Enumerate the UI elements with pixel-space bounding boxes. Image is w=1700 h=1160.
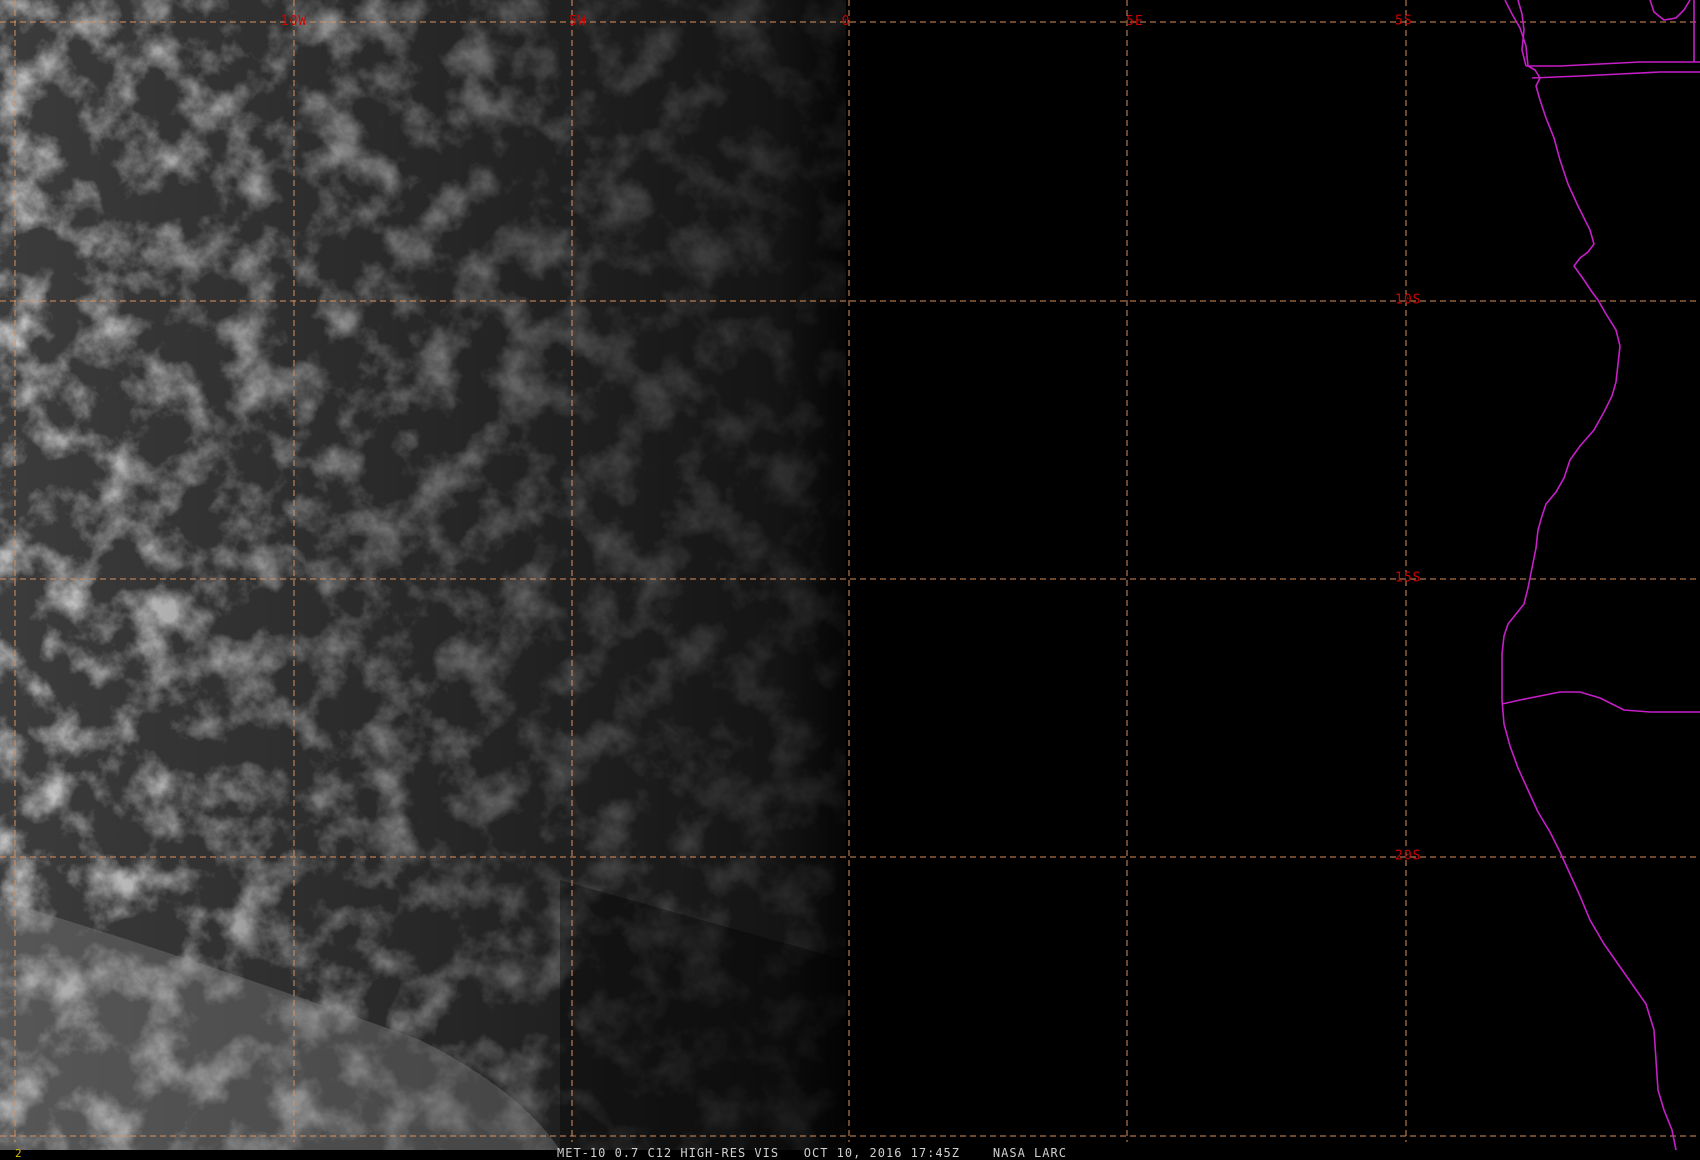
african-coastline — [1501, 0, 1677, 1151]
product-caption: MET-10 0.7 C12 HIGH-RES VIS OCT 10, 2016… — [557, 1146, 1067, 1160]
latitude-label-15s: 15S — [1395, 570, 1422, 586]
border-congo-inner — [1649, 0, 1691, 21]
longitude-label-5w: 5W — [569, 14, 587, 29]
latitude-label-5s: 5S — [1395, 13, 1413, 29]
longitude-label-5e: 5E — [1126, 14, 1144, 29]
frame-number: 2 — [15, 1147, 22, 1160]
coastlines-and-borders — [1501, 0, 1700, 1151]
longitude-label-0: 0 — [841, 14, 851, 29]
longitude-label-10w: 10W — [280, 14, 308, 29]
latitude-label-10s: 10S — [1395, 292, 1422, 308]
satellite-imagery — [0, 0, 1700, 1151]
border-cabinda-north — [1526, 61, 1700, 67]
border-congo-angola — [1531, 71, 1700, 79]
satellite-image-frame: 10W 5W 0 5E 5S 10S 15S 20S 2 MET-10 0.7 … — [0, 0, 1700, 1160]
latitude-label-20s: 20S — [1395, 848, 1422, 864]
border-angola-namibia — [1501, 691, 1700, 713]
